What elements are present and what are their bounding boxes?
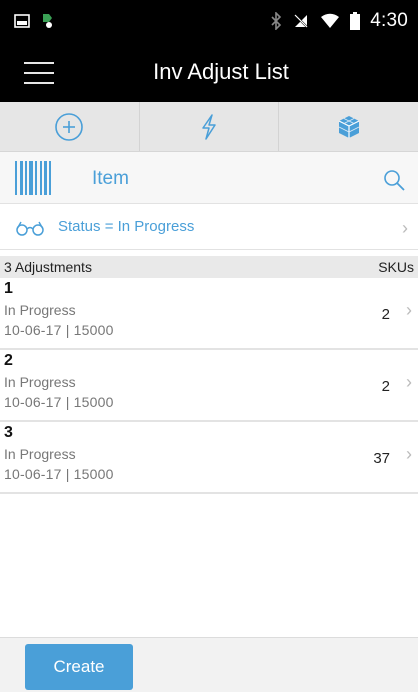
list-item[interactable]: 3 In Progress 10-06-17 | 15000 37 › [0, 422, 418, 494]
bluetooth-icon [271, 12, 282, 30]
action-toolbar [0, 102, 418, 152]
sku-count: 2 [381, 306, 390, 323]
sku-count: 37 [373, 450, 390, 467]
add-button[interactable] [0, 102, 140, 151]
no-signal-icon [293, 13, 309, 29]
inventory-button[interactable] [279, 102, 418, 151]
app-notification-icon [43, 14, 52, 28]
create-button[interactable]: Create [25, 644, 133, 690]
chevron-right-icon: › [406, 372, 412, 392]
filter-row[interactable]: Status = In Progress › [0, 204, 418, 250]
quick-action-button[interactable] [140, 102, 280, 151]
lightning-icon [202, 113, 216, 140]
chevron-right-icon: › [406, 300, 412, 320]
clock: 4:30 [370, 10, 408, 31]
status-bar-left [14, 12, 60, 30]
chevron-right-icon: › [402, 218, 408, 238]
barcode-icon[interactable] [14, 160, 52, 196]
adjustment-id: 3 [4, 424, 13, 441]
skus-column-header: SKUs [378, 259, 414, 275]
page-title: Inv Adjust List [153, 59, 289, 84]
filter-text: Status = In Progress [58, 218, 195, 235]
adjustment-status: In Progress [4, 374, 76, 390]
status-bar: 4:30 [0, 0, 418, 44]
adjustment-status: In Progress [4, 302, 76, 318]
cube-icon [338, 115, 359, 138]
bottom-bar: Create [0, 637, 418, 692]
glasses-icon [16, 221, 44, 236]
adjustment-id: 1 [4, 280, 13, 297]
adjustment-meta: 10-06-17 | 15000 [4, 394, 114, 410]
adjustment-count: 3 Adjustments [4, 259, 92, 275]
adjustment-meta: 10-06-17 | 15000 [4, 466, 114, 482]
list-header: 3 Adjustments SKUs [0, 256, 418, 278]
list-item[interactable]: 1 In Progress 10-06-17 | 15000 2 › [0, 278, 418, 350]
list-item[interactable]: 2 In Progress 10-06-17 | 15000 2 › [0, 350, 418, 422]
battery-icon [350, 12, 361, 30]
chevron-right-icon: › [406, 444, 412, 464]
item-input-label[interactable]: Item [92, 168, 129, 190]
wifi-icon [321, 13, 340, 28]
adjustment-id: 2 [4, 352, 13, 369]
status-bar-right: 4:30 [270, 10, 408, 32]
app-bar: Inv Adjust List [0, 44, 418, 102]
sku-count: 2 [381, 378, 390, 395]
adjustment-meta: 10-06-17 | 15000 [4, 322, 114, 338]
add-circle-icon [55, 112, 84, 141]
screenshot-icon [14, 14, 30, 28]
adjustment-status: In Progress [4, 446, 76, 462]
item-scan-row: Item [0, 152, 418, 204]
search-icon[interactable] [382, 168, 406, 192]
